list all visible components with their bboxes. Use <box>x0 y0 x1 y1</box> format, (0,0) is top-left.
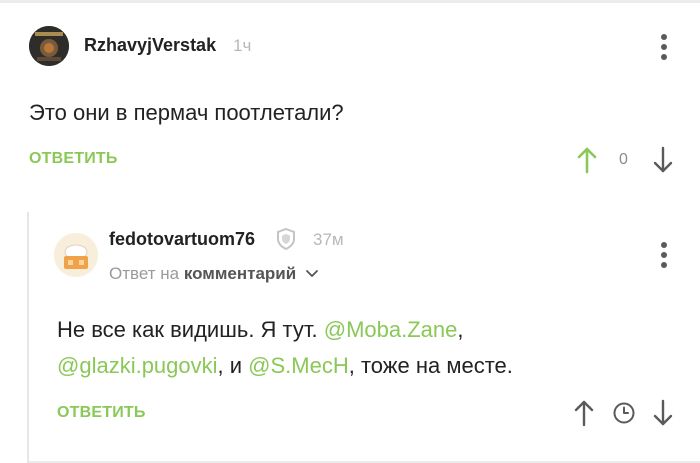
upvote-arrow-icon[interactable] <box>576 146 598 174</box>
downvote-arrow-icon[interactable] <box>652 146 674 174</box>
avatar[interactable] <box>29 26 69 66</box>
comment-time: 37м <box>313 230 344 249</box>
more-options-icon[interactable] <box>661 242 667 272</box>
upvote-arrow-icon[interactable] <box>573 399 595 427</box>
comment-text: Это они в пермач поотлетали? <box>29 100 344 125</box>
downvote-arrow-icon[interactable] <box>652 399 674 427</box>
mention-link[interactable]: @Moba.Zane <box>324 317 458 342</box>
chevron-down-icon[interactable] <box>305 269 319 279</box>
thread-line <box>27 212 29 463</box>
more-options-icon[interactable] <box>661 34 667 64</box>
reply-button[interactable]: ОТВЕТИТЬ <box>29 150 118 168</box>
avatar-image <box>54 233 98 277</box>
comment-author[interactable]: fedotovartuom76 <box>109 229 255 250</box>
avatar-image <box>29 26 69 66</box>
clock-icon <box>613 402 635 424</box>
mention-link[interactable]: @glazki.pugovki <box>57 353 218 378</box>
text-part: , тоже на месте. <box>348 353 513 378</box>
mention-link[interactable]: @S.MecH <box>248 353 349 378</box>
reply-to-line[interactable]: Ответ на комментарий <box>109 264 319 284</box>
rating-count: 0 <box>619 151 628 168</box>
shield-icon <box>277 227 295 251</box>
text-part: Не все как видишь. Я тут. <box>57 317 324 342</box>
reply-to-prefix: Ответ на <box>109 264 180 283</box>
comment-time: 1ч <box>233 36 252 55</box>
text-part: , и <box>217 353 249 378</box>
comment-text: Не все как видишь. Я тут. @Moba.Zane, @g… <box>57 312 657 384</box>
text-part: , <box>457 317 464 342</box>
reply-button[interactable]: ОТВЕТИТЬ <box>57 404 146 422</box>
reply-to-link[interactable]: комментарий <box>184 264 296 283</box>
top-divider <box>0 0 700 3</box>
avatar[interactable] <box>54 233 98 277</box>
comment-author[interactable]: RzhavyjVerstak <box>84 35 216 56</box>
